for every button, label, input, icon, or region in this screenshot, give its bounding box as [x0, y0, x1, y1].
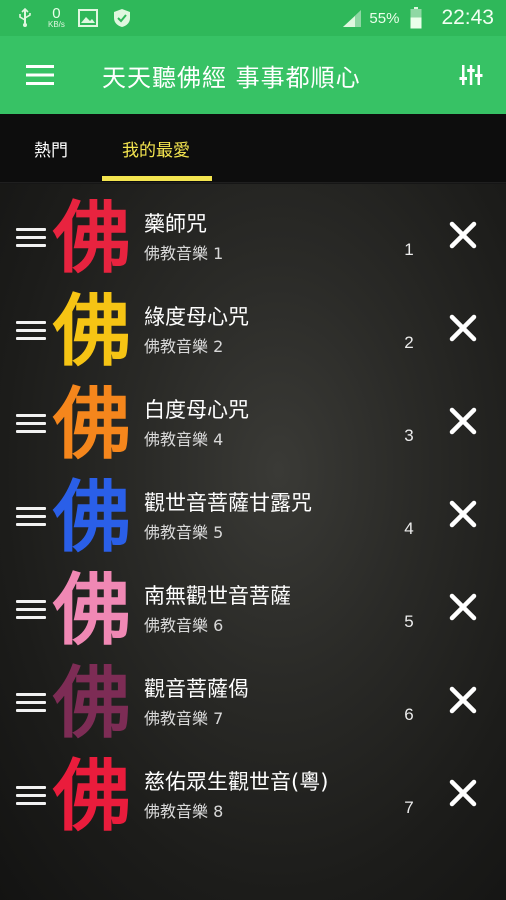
drag-handle-icon[interactable]	[16, 507, 46, 529]
data-speed-unit: KB/s	[48, 19, 65, 29]
tab-favorites[interactable]: 我的最愛	[102, 114, 210, 183]
remove-favorite-icon[interactable]	[448, 778, 478, 808]
list-item[interactable]: 佛 藥師咒 佛教音樂 1 1	[0, 192, 506, 285]
buddha-glyph-icon: 佛	[52, 472, 131, 563]
favorites-list: 佛 藥師咒 佛教音樂 1 1 佛 綠度母心咒 佛教音樂 2 2 佛 白度母心咒 …	[0, 184, 506, 900]
track-subtitle: 佛教音樂 1	[144, 244, 224, 263]
buddha-glyph-icon: 佛	[52, 751, 131, 842]
drag-handle-icon[interactable]	[16, 414, 46, 436]
tab-bar: 熱門 我的最愛	[0, 114, 506, 183]
list-item[interactable]: 佛 南無觀世音菩薩 佛教音樂 6 5	[0, 564, 506, 657]
buddha-glyph-icon: 佛	[52, 193, 131, 284]
data-speed-indicator: 0 KB/s	[48, 6, 65, 29]
remove-favorite-icon[interactable]	[448, 592, 478, 622]
track-title: 南無觀世音菩薩	[144, 584, 291, 608]
remove-favorite-icon[interactable]	[448, 220, 478, 250]
track-index: 3	[404, 426, 414, 445]
remove-favorite-icon[interactable]	[448, 499, 478, 529]
drag-handle-icon[interactable]	[16, 693, 46, 715]
hamburger-menu-icon	[26, 65, 54, 85]
battery-icon	[405, 7, 427, 29]
drag-handle-icon[interactable]	[16, 786, 46, 808]
signal-icon	[341, 7, 363, 29]
equalizer-settings-icon	[459, 65, 483, 85]
active-tab-indicator	[102, 176, 212, 181]
track-index: 7	[404, 798, 414, 817]
list-item[interactable]: 佛 慈佑眾生觀世音(粵) 佛教音樂 8 7	[0, 750, 506, 843]
shield-icon	[111, 7, 133, 29]
buddha-glyph-icon: 佛	[52, 286, 131, 377]
track-subtitle: 佛教音樂 7	[144, 709, 224, 728]
list-item[interactable]: 佛 綠度母心咒 佛教音樂 2 2	[0, 285, 506, 378]
track-title: 綠度母心咒	[144, 305, 249, 329]
gallery-icon	[77, 7, 99, 29]
track-index: 1	[404, 240, 414, 259]
track-index: 6	[404, 705, 414, 724]
track-title: 觀音菩薩偈	[144, 677, 249, 701]
hamburger-menu-button[interactable]	[0, 36, 80, 114]
track-subtitle: 佛教音樂 4	[144, 430, 224, 449]
tab-popular[interactable]: 熱門	[18, 114, 84, 183]
status-bar: 0 KB/s 55% 22:43	[0, 0, 506, 36]
track-title: 觀世音菩薩甘露咒	[144, 491, 312, 515]
buddha-glyph-icon: 佛	[52, 565, 131, 656]
remove-favorite-icon[interactable]	[448, 685, 478, 715]
remove-favorite-icon[interactable]	[448, 406, 478, 436]
track-title: 白度母心咒	[144, 398, 249, 422]
track-title: 藥師咒	[144, 212, 207, 236]
drag-handle-icon[interactable]	[16, 321, 46, 343]
track-subtitle: 佛教音樂 8	[144, 802, 224, 821]
clock: 22:43	[441, 6, 494, 29]
track-index: 5	[404, 612, 414, 631]
buddha-glyph-icon: 佛	[52, 379, 131, 470]
data-speed-value: 0	[52, 4, 61, 22]
track-index: 4	[404, 519, 414, 538]
list-item[interactable]: 佛 觀音菩薩偈 佛教音樂 7 6	[0, 657, 506, 750]
track-subtitle: 佛教音樂 2	[144, 337, 224, 356]
track-subtitle: 佛教音樂 6	[144, 616, 224, 635]
app-bar: 天天聽佛經 事事都順心	[0, 36, 506, 114]
equalizer-settings-button[interactable]	[436, 36, 506, 114]
drag-handle-icon[interactable]	[16, 228, 46, 250]
app-title: 天天聽佛經 事事都順心	[102, 63, 361, 92]
buddha-glyph-icon: 佛	[52, 658, 131, 749]
list-item[interactable]: 佛 白度母心咒 佛教音樂 4 3	[0, 378, 506, 471]
track-index: 2	[404, 333, 414, 352]
usb-icon	[14, 7, 36, 29]
track-subtitle: 佛教音樂 5	[144, 523, 224, 542]
track-title: 慈佑眾生觀世音(粵)	[144, 770, 329, 794]
remove-favorite-icon[interactable]	[448, 313, 478, 343]
battery-percent: 55%	[369, 9, 400, 27]
drag-handle-icon[interactable]	[16, 600, 46, 622]
list-item[interactable]: 佛 觀世音菩薩甘露咒 佛教音樂 5 4	[0, 471, 506, 564]
